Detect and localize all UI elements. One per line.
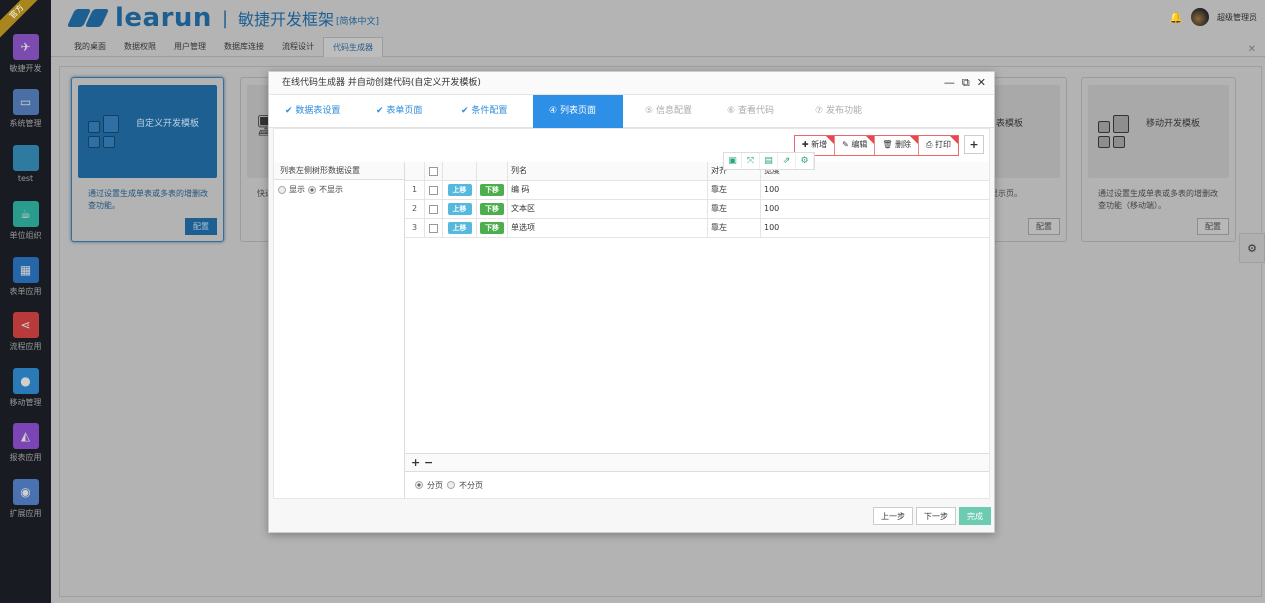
- tab-user-management[interactable]: 用户管理: [165, 37, 215, 57]
- move-down-button[interactable]: 下移: [480, 184, 504, 196]
- prev-step-button[interactable]: 上一步: [873, 507, 913, 525]
- config-button[interactable]: 配置: [1028, 218, 1060, 235]
- step-view-code[interactable]: ⑥ 查看代码: [711, 95, 799, 128]
- sidebar: 官方 ✈ 敏捷开发 ▭ 系统管理 test ☕ 单位组织 ▦ 表单应用 ⋖ 流程…: [0, 0, 51, 603]
- mini-toolbar: ▣ ⤧ ▤ ⇗ ⚙: [723, 152, 815, 170]
- radio-no-paging[interactable]: [447, 481, 455, 489]
- move-down-button[interactable]: 下移: [480, 203, 504, 215]
- step-publish[interactable]: ⑦ 发布功能: [799, 95, 887, 128]
- step-form-page[interactable]: ✔ 表单页面: [360, 95, 445, 128]
- expand-icon[interactable]: ⤧: [742, 153, 760, 169]
- move-up-button[interactable]: 上移: [447, 222, 472, 234]
- sidebar-item-agile-dev[interactable]: ✈ 敏捷开发: [0, 34, 51, 74]
- close-icon[interactable]: ✕: [977, 76, 986, 90]
- share-icon: ⋖: [12, 312, 39, 338]
- row-checkbox[interactable]: [429, 204, 438, 214]
- avatar[interactable]: [1191, 8, 1209, 26]
- sidebar-item-system[interactable]: ▭ 系统管理: [0, 89, 51, 129]
- user-name[interactable]: 超级管理员: [1217, 12, 1257, 23]
- dialog-body: ✚ 新增 ✎ 编辑 🗑 删除 ⎙ 打印 + ▣ ⤧ ▤ ⇗ ⚙ 列表左侧树形数据…: [273, 128, 990, 499]
- globe-icon: ◉: [12, 479, 39, 505]
- tab-flow-design[interactable]: 流程设计: [273, 37, 323, 57]
- tablet-icon[interactable]: ▣: [724, 153, 742, 169]
- move-down-button[interactable]: 下移: [480, 222, 504, 234]
- sidebar-item-extension[interactable]: ◉ 扩展应用: [0, 479, 51, 519]
- tree-settings-panel: 列表左侧树形数据设置 显示 不显示: [274, 162, 405, 498]
- blank-icon: [12, 145, 39, 171]
- radio-paging[interactable]: [415, 481, 423, 489]
- next-step-button[interactable]: 下一步: [916, 507, 956, 525]
- coffee-icon: ☕: [12, 201, 39, 227]
- table-row: 2 上移 下移 文本区 靠左 100: [405, 200, 989, 219]
- column-table: 列名 对齐 宽度 1 上移 下移 编 码 靠左 100 2 上移 下移 文本区 …: [405, 162, 989, 453]
- code-generator-dialog: 在线代码生成器 并自动创建代码(自定义开发模板) — ⧉ ✕ ✔ 数据表设置 ✔…: [268, 71, 995, 533]
- config-button[interactable]: 配置: [1197, 218, 1229, 235]
- radio-hide[interactable]: [308, 185, 316, 194]
- fullscreen-icon[interactable]: ✕: [1248, 44, 1256, 55]
- template-card-report[interactable]: 表模板 显示页。 配置: [985, 77, 1067, 242]
- grid-icon: [1098, 115, 1130, 148]
- grid-icon: [88, 115, 120, 148]
- row-checkbox[interactable]: [429, 185, 438, 195]
- paging-options: 分页 不分页: [405, 472, 989, 498]
- template-card-mobile[interactable]: 移动开发模板 通过设置生成单表或多表的增删改查功能（移动端）。 配置: [1081, 77, 1236, 242]
- finish-button[interactable]: 完成: [959, 507, 991, 525]
- sidebar-item-mobile[interactable]: ● 移动管理: [0, 368, 51, 408]
- table-header: 列名 对齐 宽度: [405, 162, 989, 181]
- wizard-steps: ✔ 数据表设置 ✔ 表单页面 ✔ 条件配置 ④ 列表页面 ⑤ 信息配置 ⑥ 查看…: [269, 95, 994, 128]
- delete-button[interactable]: 🗑 删除: [875, 136, 920, 155]
- template-card-custom[interactable]: 自定义开发模板 通过设置生成单表或多表的增删改查功能。 配置: [71, 77, 224, 242]
- sidebar-item-test[interactable]: test: [0, 145, 51, 183]
- logo: learun | 敏捷开发框架 [简体中文]: [65, 3, 379, 33]
- more-button[interactable]: +: [964, 135, 984, 154]
- step-list-page[interactable]: ④ 列表页面: [533, 95, 623, 128]
- table-row: 1 上移 下移 编 码 靠左 100: [405, 181, 989, 200]
- save-icon[interactable]: ▤: [760, 153, 778, 169]
- area-chart-icon: ◭: [12, 423, 39, 449]
- table-icon: ▦: [12, 257, 39, 283]
- export-icon[interactable]: ⇗: [778, 153, 796, 169]
- logo-mark-icon: [65, 9, 110, 27]
- android-icon: ●: [12, 368, 39, 394]
- maximize-icon[interactable]: ⧉: [962, 76, 970, 90]
- move-up-button[interactable]: 上移: [447, 203, 472, 215]
- paper-plane-icon: ✈: [12, 34, 39, 60]
- add-remove-row-tools[interactable]: + −: [405, 453, 989, 472]
- tab-db-connection[interactable]: 数据库连接: [215, 37, 273, 57]
- tab-desktop[interactable]: 我的桌面: [65, 37, 115, 57]
- language-switch[interactable]: [简体中文]: [336, 14, 379, 27]
- tab-data-permission[interactable]: 数据权限: [115, 37, 165, 57]
- step-info-config[interactable]: ⑤ 信息配置: [623, 95, 711, 128]
- config-button[interactable]: 配置: [185, 218, 217, 235]
- minimize-icon[interactable]: —: [944, 76, 955, 90]
- edit-button[interactable]: ✎ 编辑: [835, 136, 876, 155]
- top-bar: learun | 敏捷开发框架 [简体中文] 🔔 超级管理员 我的桌面 数据权限…: [51, 0, 1265, 57]
- settings-gear-icon[interactable]: ⚙: [1239, 233, 1265, 263]
- tab-code-generator[interactable]: 代码生成器: [323, 37, 383, 57]
- bell-icon[interactable]: 🔔: [1169, 11, 1183, 24]
- radio-show[interactable]: [278, 185, 286, 194]
- dialog-title: 在线代码生成器 并自动创建代码(自定义开发模板): [269, 72, 994, 95]
- settings-icon[interactable]: ⚙: [796, 153, 814, 169]
- sidebar-item-flow[interactable]: ⋖ 流程应用: [0, 312, 51, 352]
- move-up-button[interactable]: 上移: [447, 184, 472, 196]
- sidebar-item-report[interactable]: ◭ 报表应用: [0, 423, 51, 463]
- step-table-settings[interactable]: ✔ 数据表设置: [269, 95, 360, 128]
- step-condition-config[interactable]: ✔ 条件配置: [445, 95, 533, 128]
- tab-bar: 我的桌面 数据权限 用户管理 数据库连接 流程设计 代码生成器: [65, 37, 383, 57]
- print-button[interactable]: ⎙ 打印: [919, 136, 958, 155]
- sidebar-item-form[interactable]: ▦ 表单应用: [0, 257, 51, 297]
- table-row: 3 上移 下移 单选项 靠左 100: [405, 219, 989, 238]
- sidebar-item-org[interactable]: ☕ 单位组织: [0, 201, 51, 241]
- select-all-checkbox[interactable]: [429, 166, 438, 176]
- monitor-icon: ▭: [12, 89, 39, 115]
- row-checkbox[interactable]: [429, 223, 438, 233]
